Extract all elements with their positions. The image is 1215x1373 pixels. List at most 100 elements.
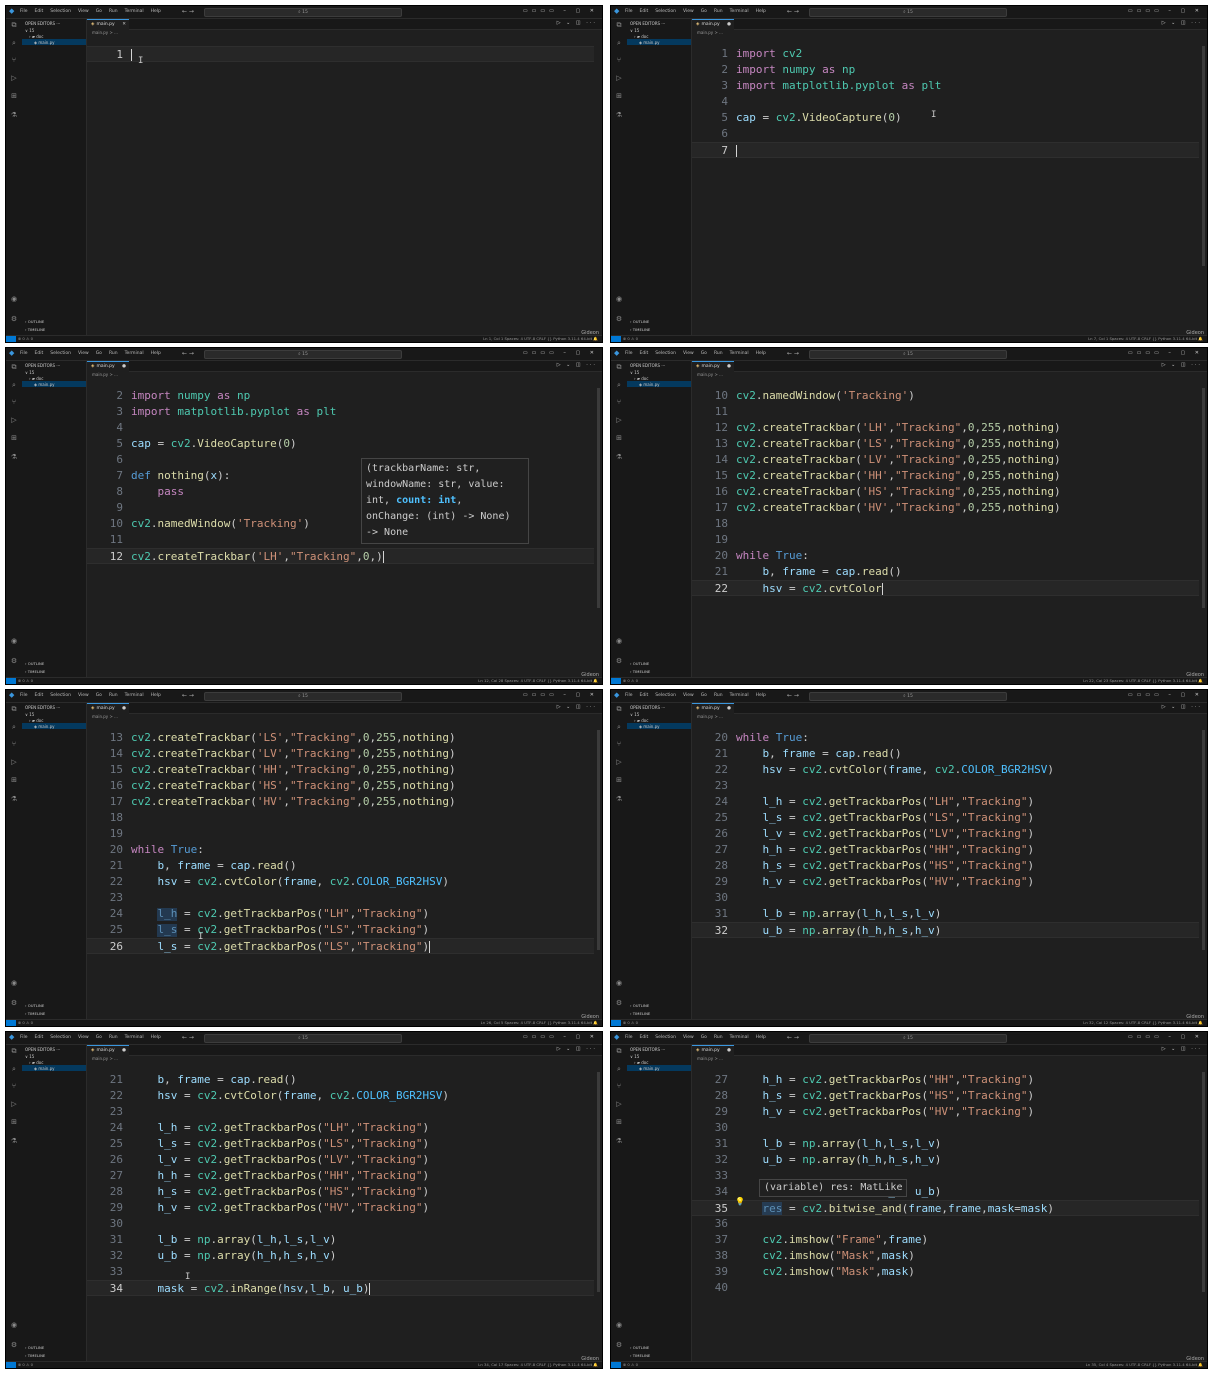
search-icon[interactable]: ⌕ bbox=[10, 381, 18, 389]
status-problems[interactable]: ⊗ 0 ⚠ 0 bbox=[623, 678, 638, 683]
editor-scrollbar[interactable] bbox=[597, 388, 600, 608]
timeline-section[interactable]: › TIMELINE bbox=[630, 327, 694, 332]
menu-view[interactable]: View bbox=[683, 693, 694, 698]
run-debug-icon[interactable]: ▷ bbox=[10, 74, 18, 82]
folder-15[interactable]: ∨ 15 bbox=[25, 712, 34, 717]
back-forward-icon[interactable]: ← → bbox=[787, 8, 799, 15]
outline-section[interactable]: › OUTLINE bbox=[630, 319, 694, 324]
menu-run[interactable]: Run bbox=[714, 693, 723, 698]
status-cursor-position[interactable]: Ln 7, Col 1 Spaces: 4 UTF-8 CRLF {} Pyth… bbox=[1088, 336, 1203, 341]
extensions-icon[interactable]: ⊞ bbox=[615, 776, 623, 784]
explorer-icon[interactable]: ⧉ bbox=[10, 363, 18, 371]
menu-terminal[interactable]: Terminal bbox=[730, 9, 749, 14]
menu-go[interactable]: Go bbox=[96, 9, 102, 14]
menu-edit[interactable]: Edit bbox=[35, 351, 44, 356]
back-forward-icon[interactable]: ← → bbox=[787, 350, 799, 357]
explorer-icon[interactable]: ⧉ bbox=[10, 1047, 18, 1055]
menu-view[interactable]: View bbox=[78, 351, 89, 356]
outline-section[interactable]: › OUTLINE bbox=[25, 661, 89, 666]
run-debug-icon[interactable]: ▷ bbox=[615, 416, 623, 424]
back-forward-icon[interactable]: ← → bbox=[182, 692, 194, 699]
window-controls-icon[interactable]: ▭▭▭▭ – ▢ ✕ bbox=[1128, 350, 1203, 356]
back-forward-icon[interactable]: ← → bbox=[787, 692, 799, 699]
window-controls-icon[interactable]: ▭▭▭▭ – ▢ ✕ bbox=[523, 692, 598, 698]
editor-actions-icon[interactable]: ▷ ⌄ ◫ ··· bbox=[557, 704, 597, 710]
status-cursor-position[interactable]: Ln 1, Col 1 Spaces: 4 UTF-8 CRLF {} Pyth… bbox=[483, 336, 598, 341]
testing-icon[interactable]: ⚗ bbox=[615, 1137, 623, 1145]
command-center-search[interactable]: ⌕ 15 bbox=[809, 692, 1007, 701]
source-control-icon[interactable]: ⑂ bbox=[615, 1082, 623, 1090]
outline-section[interactable]: › OUTLINE bbox=[25, 1003, 89, 1008]
account-icon[interactable]: ◉ bbox=[10, 295, 18, 303]
editor-scrollbar[interactable] bbox=[1202, 1072, 1205, 1292]
editor-actions-icon[interactable]: ▷ ⌄ ◫ ··· bbox=[1162, 1046, 1202, 1052]
status-problems[interactable]: ⊗ 0 ⚠ 0 bbox=[18, 336, 33, 341]
window-controls-icon[interactable]: ▭▭▭▭ – ▢ ✕ bbox=[1128, 1034, 1203, 1040]
unsaved-dot-icon[interactable]: ● bbox=[122, 362, 126, 371]
run-debug-icon[interactable]: ▷ bbox=[10, 758, 18, 766]
extensions-icon[interactable]: ⊞ bbox=[615, 434, 623, 442]
code-editor[interactable]: 10 cv2.namedWindow('Tracking') 11 12 cv2.cre… bbox=[692, 378, 1199, 676]
source-control-icon[interactable]: ⑂ bbox=[10, 56, 18, 64]
remote-indicator[interactable] bbox=[611, 1020, 621, 1026]
folder-15[interactable]: ∨ 15 bbox=[630, 1054, 639, 1059]
search-icon[interactable]: ⌕ bbox=[10, 1065, 18, 1073]
settings-gear-icon[interactable]: ⚙ bbox=[615, 315, 623, 323]
run-debug-icon[interactable]: ▷ bbox=[615, 758, 623, 766]
unsaved-dot-icon[interactable]: ● bbox=[727, 362, 731, 371]
code-editor[interactable]: 1 import cv2 2 import numpy as np 3 import ma… bbox=[692, 36, 1199, 334]
code-editor[interactable]: 21 b, frame = cap.read() 22 hsv = cv2.cvt… bbox=[87, 1062, 594, 1360]
code-editor[interactable]: 13 cv2.createTrackbar('LS',"Tracking",0,2… bbox=[87, 720, 594, 1018]
breadcrumb[interactable]: main.py > ... bbox=[697, 372, 723, 377]
timeline-section[interactable]: › TIMELINE bbox=[25, 327, 89, 332]
outline-section[interactable]: › OUTLINE bbox=[25, 1345, 89, 1350]
source-control-icon[interactable]: ⑂ bbox=[615, 740, 623, 748]
account-icon[interactable]: ◉ bbox=[615, 1321, 623, 1329]
menu-view[interactable]: View bbox=[78, 1035, 89, 1040]
status-problems[interactable]: ⊗ 0 ⚠ 0 bbox=[623, 1020, 638, 1025]
status-cursor-position[interactable]: Ln 12, Col 28 Spaces: 4 UTF-8 CRLF {} Py… bbox=[478, 678, 598, 683]
tab-main-py[interactable]: ◈ main.py ● bbox=[87, 361, 129, 372]
menu-file[interactable]: File bbox=[20, 1035, 28, 1040]
editor-scrollbar[interactable] bbox=[1202, 46, 1205, 266]
timeline-section[interactable]: › TIMELINE bbox=[25, 669, 89, 674]
outline-section[interactable]: › OUTLINE bbox=[25, 319, 89, 324]
timeline-section[interactable]: › TIMELINE bbox=[25, 1011, 89, 1016]
explorer-icon[interactable]: ⧉ bbox=[615, 363, 623, 371]
menu-go[interactable]: Go bbox=[701, 693, 707, 698]
menu-run[interactable]: Run bbox=[109, 9, 118, 14]
folder-15[interactable]: ∨ 15 bbox=[630, 28, 639, 33]
file-main-py[interactable]: ◈ main.py bbox=[34, 40, 55, 45]
extensions-icon[interactable]: ⊞ bbox=[615, 1118, 623, 1126]
menu-view[interactable]: View bbox=[78, 9, 89, 14]
window-controls-icon[interactable]: ▭▭▭▭ – ▢ ✕ bbox=[523, 8, 598, 14]
file-main-py[interactable]: ◈ main.py bbox=[34, 1066, 55, 1071]
remote-indicator[interactable] bbox=[611, 1362, 621, 1368]
search-icon[interactable]: ⌕ bbox=[615, 1065, 623, 1073]
source-control-icon[interactable]: ⑂ bbox=[10, 398, 18, 406]
search-icon[interactable]: ⌕ bbox=[615, 381, 623, 389]
run-debug-icon[interactable]: ▷ bbox=[10, 416, 18, 424]
file-main-py[interactable]: ◈ main.py bbox=[639, 724, 660, 729]
breadcrumb[interactable]: main.py > ... bbox=[92, 1056, 118, 1061]
account-icon[interactable]: ◉ bbox=[10, 637, 18, 645]
menu-edit[interactable]: Edit bbox=[640, 351, 649, 356]
extensions-icon[interactable]: ⊞ bbox=[10, 92, 18, 100]
menu-help[interactable]: Help bbox=[756, 1035, 766, 1040]
source-control-icon[interactable]: ⑂ bbox=[10, 1082, 18, 1090]
editor-actions-icon[interactable]: ▷ ⌄ ◫ ··· bbox=[1162, 362, 1202, 368]
menu-view[interactable]: View bbox=[683, 9, 694, 14]
status-cursor-position[interactable]: Ln 26, Col 5 Spaces: 4 UTF-8 CRLF {} Pyt… bbox=[481, 1020, 598, 1025]
editor-scrollbar[interactable] bbox=[597, 730, 600, 950]
status-cursor-position[interactable]: Ln 35, Col 4 Spaces: 4 UTF-8 CRLF {} Pyt… bbox=[1086, 1362, 1203, 1367]
file-main-py[interactable]: ◈ main.py bbox=[639, 40, 660, 45]
back-forward-icon[interactable]: ← → bbox=[182, 1034, 194, 1041]
menu-go[interactable]: Go bbox=[701, 351, 707, 356]
menu-go[interactable]: Go bbox=[701, 9, 707, 14]
status-problems[interactable]: ⊗ 0 ⚠ 0 bbox=[18, 1362, 33, 1367]
remote-indicator[interactable] bbox=[6, 678, 16, 684]
menu-terminal[interactable]: Terminal bbox=[125, 1035, 144, 1040]
menu-go[interactable]: Go bbox=[701, 1035, 707, 1040]
extensions-icon[interactable]: ⊞ bbox=[10, 434, 18, 442]
unsaved-dot-icon[interactable]: ● bbox=[727, 704, 731, 713]
